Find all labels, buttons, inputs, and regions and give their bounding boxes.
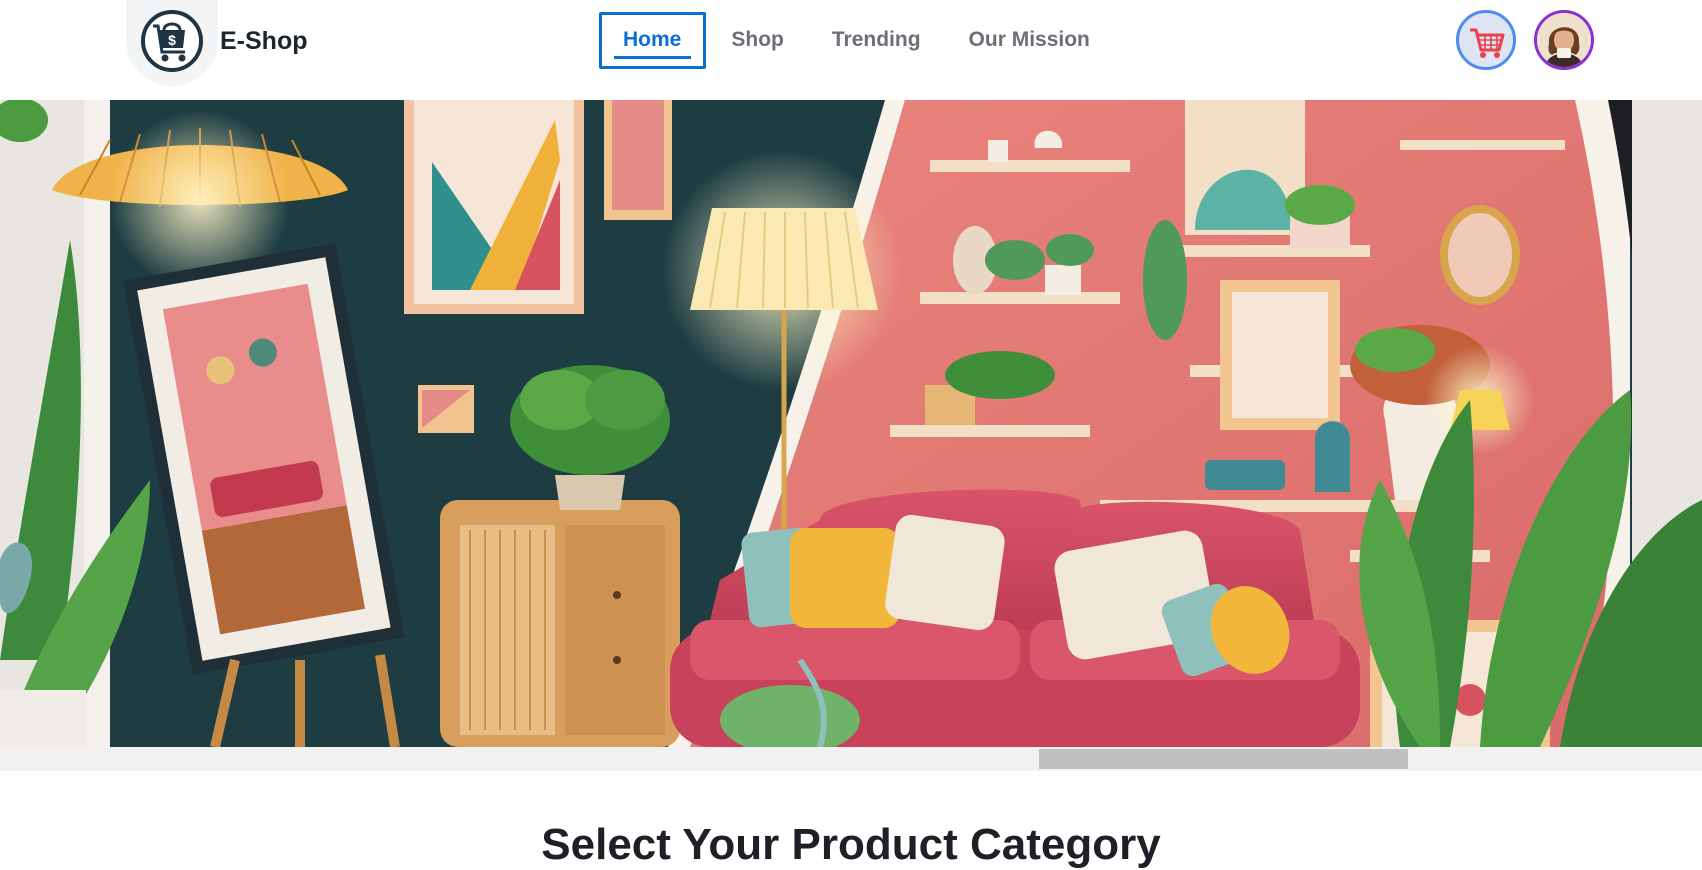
nav-trending[interactable]: Trending [832, 28, 921, 52]
brand-name: E-Shop [220, 27, 308, 55]
cart-button[interactable] [1456, 10, 1516, 70]
shopping-bag-dollar-icon: $ [141, 10, 203, 72]
svg-text:$: $ [168, 32, 176, 48]
scrollbar-thumb[interactable] [1039, 749, 1408, 769]
logo[interactable]: $ [126, 0, 218, 86]
hero-banner-image [0, 100, 1702, 747]
nav-our-mission[interactable]: Our Mission [969, 28, 1090, 52]
user-avatar[interactable] [1534, 10, 1594, 70]
cart-icon [1470, 28, 1505, 58]
main-nav: Home Shop Trending Our Mission [599, 10, 1090, 70]
nav-shop[interactable]: Shop [731, 28, 784, 52]
section-title: Select Your Product Category [541, 820, 1161, 869]
nav-home[interactable]: Home [599, 11, 707, 69]
top-navbar: $ E-Shop Home Shop Trending Our Mission [0, 0, 1702, 100]
horizontal-scrollbar[interactable] [0, 747, 1702, 771]
